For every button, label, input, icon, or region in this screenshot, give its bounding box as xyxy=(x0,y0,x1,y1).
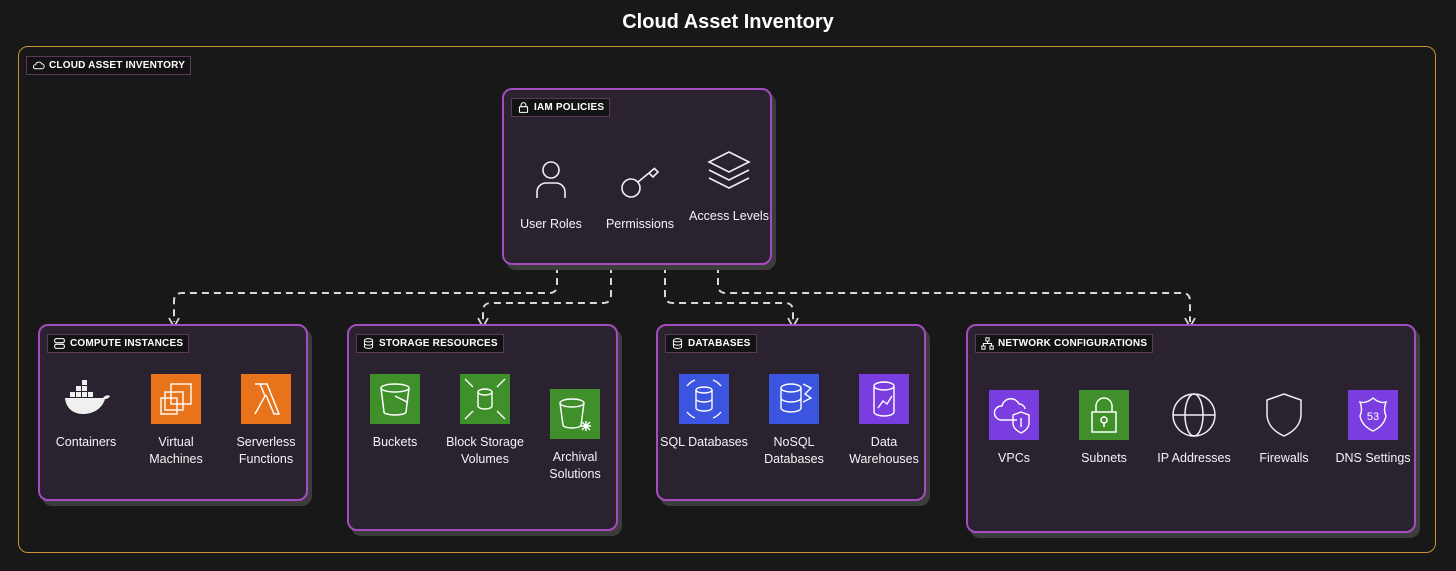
connector-compute xyxy=(173,266,558,322)
group-label: DATABASES xyxy=(665,334,757,353)
asset-warehouse[interactable]: Data Warehouses xyxy=(839,374,929,468)
asset-nosql[interactable]: NoSQL Databases xyxy=(749,374,839,468)
group-label: NETWORK CONFIGURATIONS xyxy=(975,334,1154,353)
group-label-text: IAM POLICIES xyxy=(534,102,605,113)
asset-label: Serverless Functions xyxy=(236,435,296,466)
asset-label: IP Addresses xyxy=(1157,451,1231,465)
asset-label: Firewalls xyxy=(1259,451,1309,465)
group-label: STORAGE RESOURCES xyxy=(356,334,504,353)
asset-label: NoSQL Databases xyxy=(764,435,824,466)
docker-icon xyxy=(61,374,111,424)
asset-label: Block Storage Volumes xyxy=(446,435,524,466)
subnet-icon xyxy=(1079,390,1129,440)
group-storage: STORAGE RESOURCES Buckets Block Storage Vo… xyxy=(347,324,618,531)
connector-network xyxy=(717,266,1191,322)
network-icon xyxy=(981,337,994,350)
group-label-text: COMPUTE INSTANCES xyxy=(70,338,184,349)
group-label: IAM POLICIES xyxy=(511,98,611,117)
asset-block[interactable]: Block Storage Volumes xyxy=(440,374,530,468)
group-network: NETWORK CONFIGURATIONS VPCs Subnets IP Addr… xyxy=(966,324,1416,533)
asset-label: DNS Settings xyxy=(1335,451,1411,465)
database-icon xyxy=(672,338,683,349)
archive-icon xyxy=(550,389,600,439)
asset-key[interactable]: Permissions xyxy=(595,156,685,233)
group-label-text: STORAGE RESOURCES xyxy=(379,338,498,349)
group-iam: IAM POLICIES User Roles Permissions Access … xyxy=(502,88,772,265)
nosql-icon xyxy=(769,374,819,424)
warehouse-icon xyxy=(859,374,909,424)
asset-subnet[interactable]: Subnets xyxy=(1059,390,1149,467)
asset-dns[interactable]: 53 DNS Settings xyxy=(1328,390,1418,467)
asset-label: VPCs xyxy=(998,451,1030,465)
asset-label: SQL Databases xyxy=(660,435,748,449)
asset-label: Virtual Machines xyxy=(149,435,203,466)
shield-icon xyxy=(1259,390,1309,440)
asset-label: Buckets xyxy=(372,435,418,449)
asset-label: User Roles xyxy=(520,217,582,231)
asset-sql[interactable]: SQL Databases xyxy=(659,374,749,451)
asset-label: Permissions xyxy=(605,217,675,231)
asset-globe[interactable]: IP Addresses xyxy=(1149,390,1239,467)
asset-lambda[interactable]: Serverless Functions xyxy=(221,374,311,468)
asset-user[interactable]: User Roles xyxy=(506,156,596,233)
key-icon xyxy=(615,156,665,206)
asset-vpc[interactable]: VPCs xyxy=(969,390,1059,467)
vpc-icon xyxy=(989,390,1039,440)
database-icon xyxy=(363,338,374,349)
asset-label: Subnets xyxy=(1081,451,1127,465)
globe-icon xyxy=(1169,390,1219,440)
sql-icon xyxy=(679,374,729,424)
dns-icon: 53 xyxy=(1348,390,1398,440)
lambda-icon xyxy=(241,374,291,424)
asset-layers[interactable]: Access Levels xyxy=(684,148,774,225)
group-label-text: NETWORK CONFIGURATIONS xyxy=(998,338,1148,349)
asset-shield[interactable]: Firewalls xyxy=(1239,390,1329,467)
block-icon xyxy=(460,374,510,424)
group-databases: DATABASES SQL Databases NoSQL Databases Dat… xyxy=(656,324,926,501)
chip-icon xyxy=(151,374,201,424)
asset-chip[interactable]: Virtual Machines xyxy=(131,374,221,468)
layers-icon xyxy=(704,148,754,198)
group-label-text: DATABASES xyxy=(688,338,751,349)
asset-label: Access Levels xyxy=(689,209,769,223)
svg-text:53: 53 xyxy=(1367,411,1379,423)
user-icon xyxy=(526,156,576,206)
asset-label: Archival Solutions xyxy=(549,450,601,481)
lock-icon xyxy=(518,102,529,113)
bucket-icon xyxy=(370,374,420,424)
asset-label: Containers xyxy=(55,435,117,449)
asset-docker[interactable]: Containers xyxy=(41,374,131,451)
asset-archive[interactable]: Archival Solutions xyxy=(530,389,620,483)
server-icon xyxy=(54,338,65,349)
asset-bucket[interactable]: Buckets xyxy=(350,374,440,451)
connector-databases xyxy=(664,266,794,322)
asset-label: Data Warehouses xyxy=(849,435,919,466)
group-compute: COMPUTE INSTANCES Containers Virtual Machi… xyxy=(38,324,308,501)
group-label: COMPUTE INSTANCES xyxy=(47,334,190,353)
